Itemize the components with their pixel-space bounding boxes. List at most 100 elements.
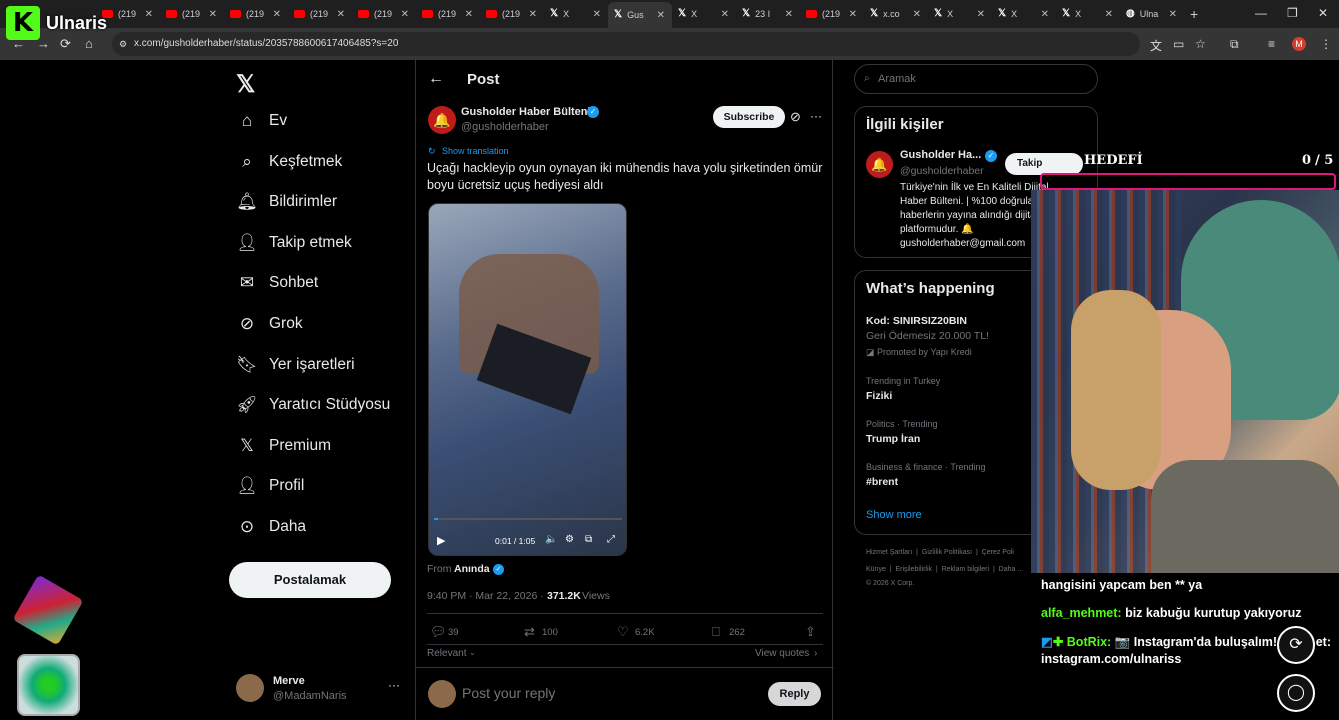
footer-links[interactable]: Hizmet Şartları | Gizlilik Politikası | … [866, 549, 1014, 556]
browser-tab[interactable]: 𝕏 X ✕ [992, 3, 1056, 25]
dock-icon[interactable]: ⧉ [585, 534, 592, 545]
site-info-icon[interactable]: ⚙ [119, 32, 127, 56]
show-more-link[interactable]: Show more [866, 509, 922, 521]
tab-close-icon[interactable]: ✕ [785, 9, 793, 20]
volume-icon[interactable]: 🔈 [545, 534, 557, 545]
sidebar-item-more[interactable]: ⊙ Daha [236, 513, 306, 541]
author-handle[interactable]: @gusholderhaber [461, 121, 549, 133]
browser-tab[interactable]: (219 ✕ [416, 3, 480, 25]
window-close-icon[interactable]: ✕ [1318, 6, 1328, 20]
restore-icon[interactable]: ❐ [1287, 6, 1298, 20]
cast-icon[interactable]: ▭ [1173, 37, 1184, 51]
trend-title[interactable]: Kod: SINIRSIZ20BIN [866, 315, 967, 327]
account-switcher[interactable]: Merve @MadamNaris ··· [236, 672, 406, 708]
reply-button[interactable]: Reply [768, 682, 821, 706]
grok-post-icon[interactable]: ⊘ [790, 109, 801, 125]
tab-close-icon[interactable]: ✕ [593, 9, 601, 20]
bookmark-icon[interactable]: ⎕ [712, 624, 720, 640]
chat-bubble-icon[interactable]: ◯ [1277, 674, 1315, 712]
sidebar-item-bell[interactable]: 🔔︎ Bildirimler [236, 188, 337, 216]
url-input[interactable]: ⚙ x.com/gusholderhaber/status/2035788600… [112, 32, 1140, 56]
star-icon[interactable]: ☆ [1195, 37, 1206, 51]
browser-tab[interactable]: 𝕏 23 I ✕ [736, 3, 800, 25]
post-button[interactable]: Postalamak [229, 562, 391, 598]
browser-tab[interactable]: (219 ✕ [160, 3, 224, 25]
browser-tab[interactable]: (219 ✕ [288, 3, 352, 25]
repost-icon[interactable]: ⇄ [524, 624, 535, 640]
sidebar-item-person[interactable]: 👤︎ Profil [236, 472, 304, 500]
related-avatar[interactable]: 🔔 [866, 151, 893, 178]
reply-icon[interactable]: 💬︎ [430, 624, 447, 640]
repost-float-icon[interactable]: ⟳ [1277, 626, 1315, 664]
tab-close-icon[interactable]: ✕ [977, 9, 985, 20]
show-translation-link[interactable]: Show translation [442, 146, 509, 156]
sidebar-item-grok[interactable]: ⊘ Grok [236, 310, 303, 338]
browser-tab[interactable]: (219 ✕ [480, 3, 544, 25]
new-tab-icon[interactable]: + [1190, 6, 1198, 22]
author-name[interactable]: Gusholder Haber Bülteni [461, 106, 591, 118]
tab-close-icon[interactable]: ✕ [337, 9, 345, 20]
subscribe-button[interactable]: Subscribe [713, 106, 785, 128]
tab-close-icon[interactable]: ✕ [401, 9, 409, 20]
browser-tab[interactable]: 𝕏 X ✕ [928, 3, 992, 25]
media-icon[interactable]: ≡ [1268, 37, 1275, 51]
video-player[interactable]: ▶ 0:01 / 1:05 🔈 ⚙ ⧉ ⤢ [428, 203, 627, 556]
from-source[interactable]: Anında [454, 563, 490, 575]
tab-close-icon[interactable]: ✕ [529, 9, 537, 20]
tab-close-icon[interactable]: ✕ [465, 9, 473, 20]
browser-tab[interactable]: 𝕏x.co ✕ [864, 3, 928, 25]
fullscreen-icon[interactable]: ⤢ [607, 534, 615, 545]
play-icon[interactable]: ▶ [437, 534, 445, 547]
browser-tab[interactable]: 𝕏 X ✕ [672, 3, 736, 25]
post-timestamp[interactable]: 9:40 PM · Mar 22, 2026 · [427, 590, 544, 602]
browser-tab[interactable]: (219 ✕ [224, 3, 288, 25]
sidebar-item-home[interactable]: ⌂ Ev [236, 107, 287, 135]
tab-close-icon[interactable]: ✕ [209, 9, 217, 20]
footer-links[interactable]: Künye | Erişilebilirlik | Reklam bilgile… [866, 566, 1023, 573]
x-logo-icon[interactable]: 𝕏 [236, 70, 255, 99]
sidebar-item-x[interactable]: 𝕏 Premium [236, 432, 331, 460]
sidebar-item-follow[interactable]: 👤︎ Takip etmek [236, 229, 352, 257]
view-quotes-link[interactable]: View quotes [755, 648, 809, 659]
browser-tab[interactable]: (219 ✕ [352, 3, 416, 25]
reply-input[interactable]: Post your reply [462, 685, 555, 701]
browser-tab[interactable]: 𝕏 Gus ✕ [608, 2, 672, 28]
sidebar-item-search[interactable]: ⌕ Keşfetmek [236, 148, 342, 176]
sidebar-item-mail[interactable]: ✉ Sohbet [236, 269, 318, 297]
browser-tab[interactable]: 𝕏 X ✕ [544, 3, 608, 25]
minimize-icon[interactable]: — [1255, 6, 1267, 20]
settings-icon[interactable]: ⚙ [565, 534, 574, 545]
tab-close-icon[interactable]: ✕ [1169, 9, 1177, 20]
tab-close-icon[interactable]: ✕ [273, 9, 281, 20]
translate-icon[interactable]: 文 [1150, 37, 1162, 54]
menu-icon[interactable]: ⋮ [1320, 37, 1332, 51]
sidebar-item-rocket[interactable]: 🚀︎ Yaratıcı Stüdyosu [236, 391, 390, 419]
browser-tab[interactable]: (219 ✕ [800, 3, 864, 25]
tab-close-icon[interactable]: ✕ [1105, 9, 1113, 20]
like-icon[interactable]: ♡ [617, 624, 629, 640]
more-icon[interactable]: ··· [388, 678, 400, 692]
tab-close-icon[interactable]: ✕ [657, 10, 665, 21]
tab-close-icon[interactable]: ✕ [145, 9, 153, 20]
tab-close-icon[interactable]: ✕ [1041, 9, 1049, 20]
follow-button[interactable]: Takip [1005, 153, 1083, 175]
tab-close-icon[interactable]: ✕ [849, 9, 857, 20]
related-name[interactable]: Gusholder Ha... [900, 149, 981, 161]
extensions-icon[interactable]: ⧉ [1230, 37, 1239, 52]
browser-tab[interactable]: 𝕏 X ✕ [1056, 3, 1120, 25]
search-input[interactable]: ⌕ Aramak [854, 64, 1098, 94]
video-progress-track[interactable] [434, 518, 622, 520]
trend-title[interactable]: #brent [866, 476, 898, 488]
share-icon[interactable]: ⇪ [805, 624, 816, 640]
sidebar-item-bookmark[interactable]: 🔖︎ Yer işaretleri [236, 351, 354, 379]
trend-title[interactable]: Trump İran [866, 433, 920, 445]
tab-close-icon[interactable]: ✕ [721, 9, 729, 20]
profile-avatar[interactable]: M [1292, 37, 1306, 51]
more-options-icon[interactable]: ··· [810, 109, 822, 123]
back-arrow-icon[interactable]: ← [428, 70, 444, 88]
trend-title[interactable]: Fiziki [866, 390, 892, 402]
tab-close-icon[interactable]: ✕ [913, 9, 921, 20]
author-avatar[interactable]: 🔔 [428, 106, 456, 134]
relevant-dropdown[interactable]: Relevant [427, 648, 466, 659]
browser-tab[interactable]: ◍ Ulna ✕ [1120, 3, 1184, 25]
